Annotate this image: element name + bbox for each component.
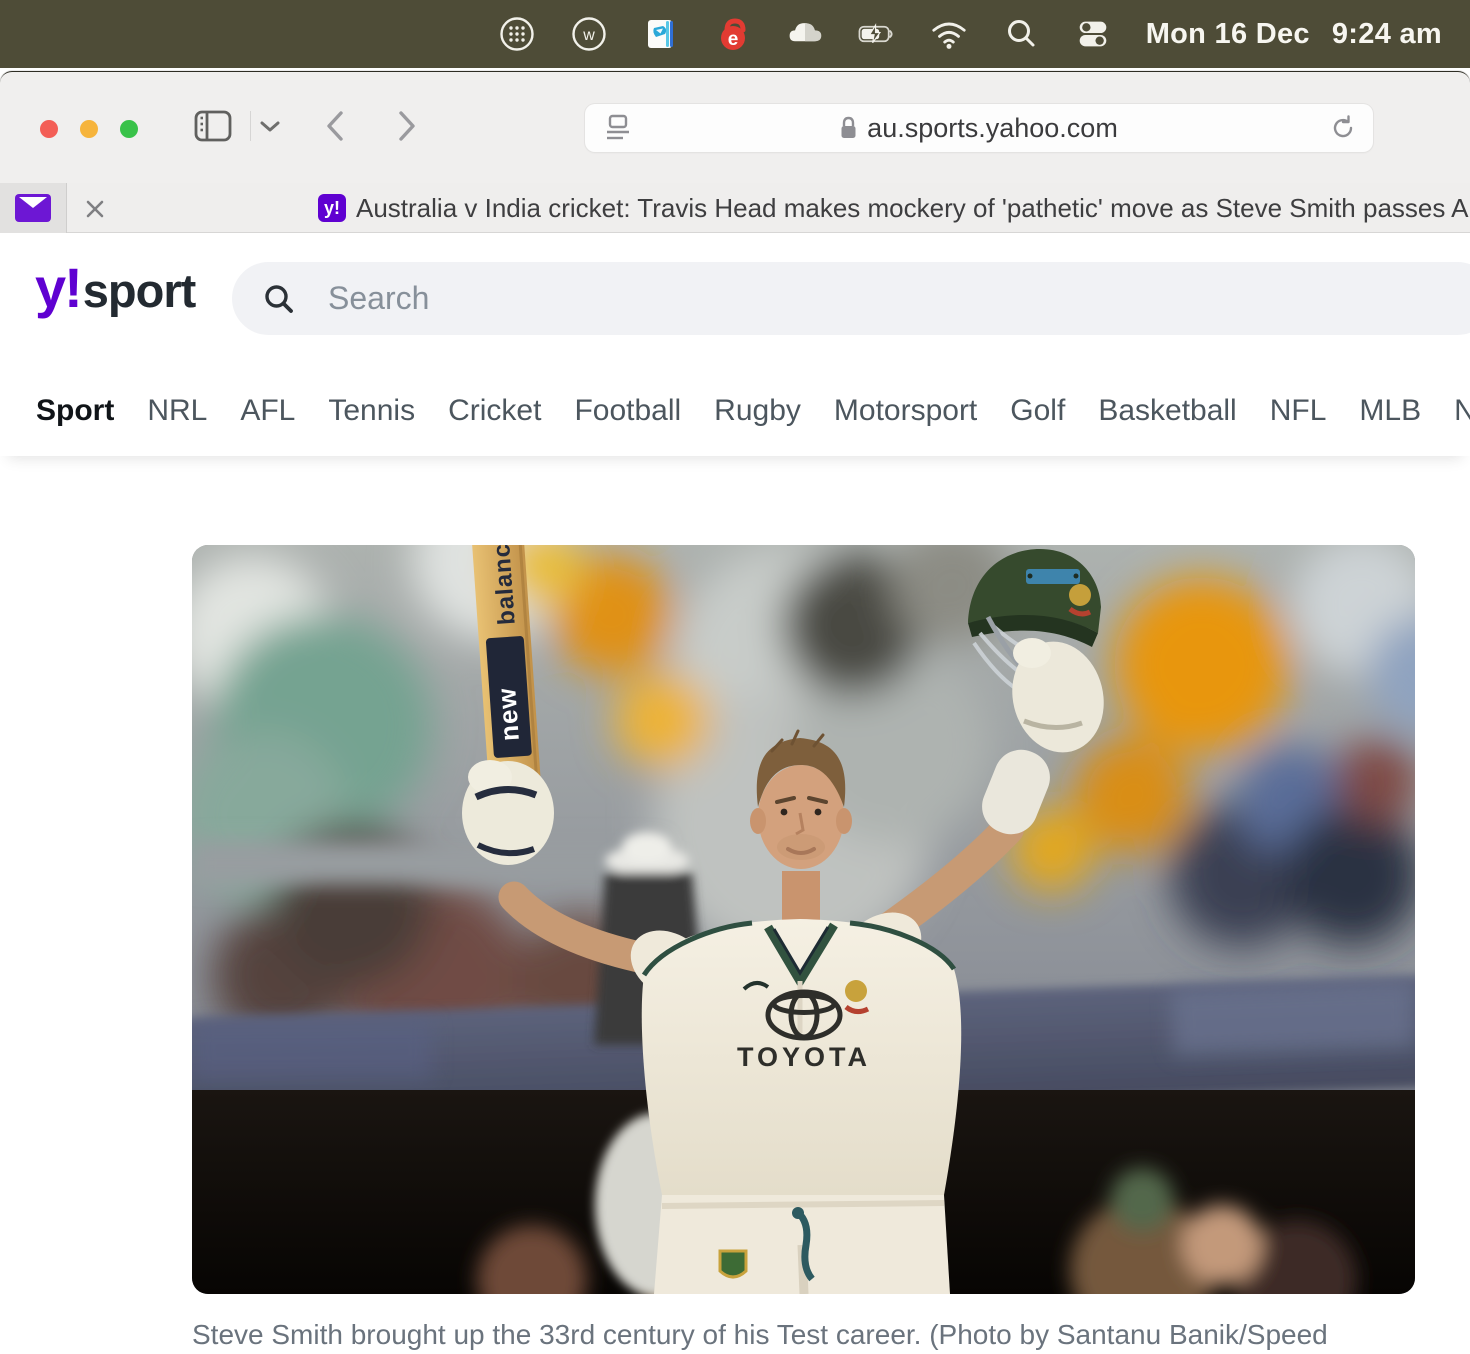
active-tab[interactable]: y! Australia v India cricket: Travis Hea… (68, 183, 1470, 233)
zoom-window-button[interactable] (120, 120, 138, 138)
yahoo-favicon: y! (318, 194, 346, 222)
menu-bar-clock[interactable]: 9:24 am (1332, 18, 1442, 51)
sidebar-chevron-down-icon[interactable] (252, 103, 288, 149)
menu-bar-date[interactable]: Mon 16 Dec (1146, 18, 1310, 51)
spotlight-search-icon[interactable] (1002, 15, 1040, 53)
screenshot-root: w e Mon 16 Dec 9:24 am au.sports.yahoo.c… (0, 0, 1470, 1354)
nav-item-golf[interactable]: Golf (1010, 394, 1065, 428)
close-window-button[interactable] (40, 120, 58, 138)
launchpad-icon[interactable] (498, 15, 536, 53)
macos-menu-bar: w e Mon 16 Dec 9:24 am (0, 0, 1470, 68)
mail-icon (15, 194, 51, 222)
w-app-icon[interactable]: w (570, 15, 608, 53)
privacy-lock-app-icon[interactable]: e (714, 15, 752, 53)
lock-icon (841, 116, 856, 138)
cloud-icon[interactable] (786, 15, 824, 53)
nav-item-football[interactable]: Football (574, 394, 681, 428)
nav-item-motorsport[interactable]: Motorsport (834, 394, 977, 428)
stand-balcony-rail (192, 841, 662, 885)
reload-icon[interactable] (1329, 114, 1357, 147)
battery-charging-icon[interactable] (858, 15, 896, 53)
back-button[interactable] (312, 103, 358, 149)
sport-nav: Sport NRL AFL Tennis Cricket Football Ru… (0, 366, 1470, 456)
yahoo-sport-page: y! sport Sport NRL AFL Tennis Cricket Fo… (0, 233, 1470, 1354)
svg-text:e: e (727, 29, 738, 50)
nav-item-nhl[interactable]: NHL (1454, 394, 1470, 428)
search-bar[interactable] (232, 262, 1470, 335)
nav-item-basketball[interactable]: Basketball (1098, 394, 1236, 428)
search-input[interactable] (326, 279, 1226, 318)
forward-button[interactable] (384, 103, 430, 149)
wifi-icon[interactable] (930, 15, 968, 53)
control-center-icon[interactable] (1074, 15, 1112, 53)
nav-item-rugby[interactable]: Rugby (714, 394, 801, 428)
svg-text:TOYOTA: TOYOTA (737, 1042, 871, 1072)
url-text: au.sports.yahoo.com (867, 112, 1118, 143)
yahoo-sport-logo[interactable]: y! sport (35, 255, 196, 320)
image-caption: Steve Smith brought up the 33rd century … (192, 1319, 1328, 1350)
pinned-mail-tab[interactable] (0, 183, 67, 233)
address-bar[interactable]: au.sports.yahoo.com (585, 104, 1373, 152)
nav-item-tennis[interactable]: Tennis (328, 394, 415, 428)
nav-item-nrl[interactable]: NRL (147, 394, 207, 428)
sidebar-toggle-button[interactable] (190, 103, 236, 149)
nav-item-nfl[interactable]: NFL (1270, 394, 1327, 428)
tab-title: Australia v India cricket: Travis Head m… (356, 193, 1470, 223)
minimize-window-button[interactable] (80, 120, 98, 138)
article-hero-image: balance new TOYOTA (192, 545, 1415, 1294)
site-header: y! sport (0, 233, 1470, 366)
browser-toolbar: au.sports.yahoo.com (0, 73, 1470, 183)
url-display: au.sports.yahoo.com (585, 113, 1373, 144)
menu-bar-status-area: w e Mon 16 Dec 9:24 am (498, 0, 1442, 68)
search-icon (265, 284, 293, 313)
drive-app-icon[interactable] (642, 15, 680, 53)
logo-y-mark: y! (35, 256, 83, 319)
nav-item-afl[interactable]: AFL (240, 394, 295, 428)
nav-item-sport[interactable]: Sport (36, 394, 114, 428)
svg-text:new: new (491, 687, 525, 743)
toolbar-divider (250, 111, 251, 141)
safari-window: au.sports.yahoo.com y! Australia v India… (0, 71, 1470, 1354)
svg-text:w: w (582, 27, 595, 44)
nav-item-mlb[interactable]: MLB (1359, 394, 1421, 428)
tab-bar: y! Australia v India cricket: Travis Hea… (0, 183, 1470, 233)
nav-item-cricket[interactable]: Cricket (448, 394, 541, 428)
logo-sport-text: sport (82, 264, 196, 317)
svg-text:balance: balance (487, 545, 521, 626)
player-pants (654, 1195, 950, 1294)
